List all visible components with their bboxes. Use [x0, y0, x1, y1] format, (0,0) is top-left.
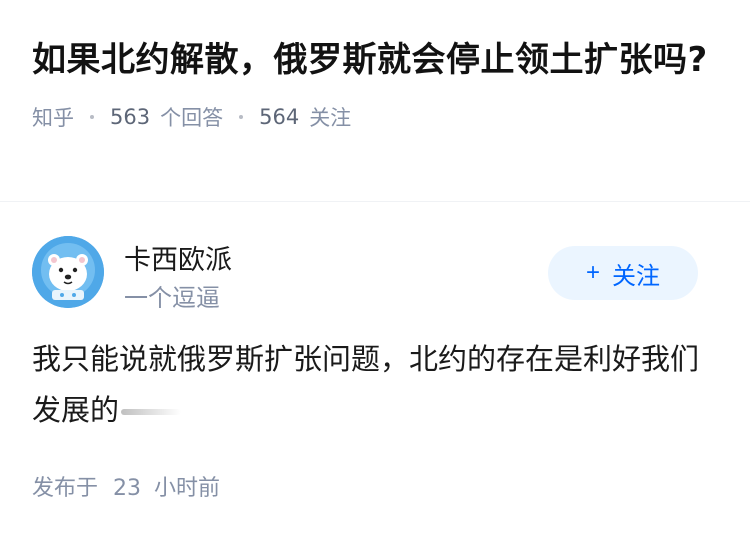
author-name[interactable]: 卡西欧派: [124, 238, 232, 277]
separator-dot: [90, 115, 94, 119]
follow-button-label: 关注: [612, 262, 660, 290]
separator-dot: [239, 115, 244, 119]
author-bio: 一个逗逼: [124, 284, 220, 312]
answer-content[interactable]: 我只能说就俄罗斯扩张问题，北约的存在是利好我们发展的: [32, 334, 722, 436]
author-row: 卡西欧派 一个逗逼 + 关注: [32, 236, 718, 312]
follow-button[interactable]: + 关注: [548, 246, 698, 300]
polar-bear-avatar-icon: [32, 236, 104, 308]
follow-count-label: 关注: [309, 106, 352, 130]
question-meta: 知乎 563 个回答 564 关注: [32, 102, 718, 132]
publish-time: 发布于 23 小时前: [32, 470, 220, 502]
question-header: 如果北约解散，俄罗斯就会停止领土扩张吗? 知乎 563 个回答 564 关注: [0, 0, 750, 201]
publish-suffix: 小时前: [154, 476, 221, 501]
answer-count-label: 个回答: [160, 106, 224, 130]
avatar[interactable]: [32, 236, 104, 308]
answer-page: 如果北约解散，俄罗斯就会停止领土扩张吗? 知乎 563 个回答 564 关注 卡…: [0, 0, 750, 538]
publish-prefix: 发布于: [32, 476, 99, 501]
publish-value: 23: [113, 476, 142, 501]
truncation-fade: [121, 409, 182, 415]
answer-count: 563: [110, 105, 151, 129]
source-label: 知乎: [32, 106, 74, 130]
plus-icon: +: [585, 259, 600, 286]
follow-count: 564: [259, 105, 300, 129]
question-title[interactable]: 如果北约解散，俄罗斯就会停止领土扩张吗?: [32, 34, 722, 86]
section-divider: [0, 201, 750, 202]
